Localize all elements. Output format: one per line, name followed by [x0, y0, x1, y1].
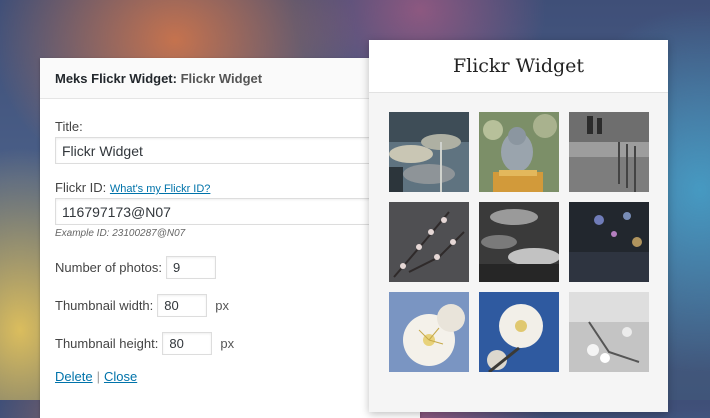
- white-blossom-closeup-image: [389, 292, 469, 372]
- delete-link[interactable]: Delete: [55, 369, 93, 384]
- blossom-bw-image: [569, 292, 649, 372]
- widget-settings-panel: Meks Flickr Widget: Flickr Widget Title:…: [40, 58, 420, 418]
- buddha-statue-image: [479, 112, 559, 192]
- actions-separator: |: [96, 369, 100, 384]
- photo-thumb-drum-kit[interactable]: [389, 112, 469, 192]
- photos-input[interactable]: 9: [165, 255, 216, 279]
- title-label: Title:: [55, 119, 83, 134]
- widget-actions: Delete | Close: [55, 369, 405, 384]
- title-row: Title: Flickr Widget: [55, 119, 405, 164]
- thumb-width-input[interactable]: 80: [157, 293, 208, 317]
- flickr-id-label: Flickr ID:: [55, 180, 107, 195]
- photo-thumb-buddha-statue[interactable]: [479, 112, 559, 192]
- white-blossom-blue-sky-image: [479, 292, 559, 372]
- photo-thumb-rainy-street[interactable]: [569, 112, 649, 192]
- thumb-width-unit: px: [215, 297, 230, 313]
- drum-kit-image: [389, 112, 469, 192]
- widget-instance-title: Flickr Widget: [180, 70, 263, 86]
- flickr-id-input[interactable]: 116797173@N07: [55, 198, 395, 225]
- photos-label: Number of photos:: [55, 259, 162, 275]
- photos-row: Number of photos: 9: [55, 255, 405, 279]
- widget-settings-form: Title: Flickr Widget Flickr ID: What's m…: [40, 99, 420, 384]
- flickr-id-help-link[interactable]: What's my Flickr ID?: [110, 183, 211, 195]
- thumb-height-label: Thumbnail height:: [55, 335, 159, 351]
- thumb-height-row: Thumbnail height: 80 px: [55, 331, 405, 355]
- photo-grid: [389, 112, 649, 372]
- title-input[interactable]: Flickr Widget: [55, 137, 395, 164]
- thumb-width-label: Thumbnail width:: [55, 297, 154, 313]
- widget-settings-header[interactable]: Meks Flickr Widget: Flickr Widget: [40, 58, 420, 99]
- flickr-widget-preview: Flickr Widget: [369, 40, 668, 412]
- thumb-width-row: Thumbnail width: 80 px: [55, 293, 405, 317]
- photo-thumb-blossom-branches[interactable]: [389, 202, 469, 282]
- drum-cymbals-bw-image: [479, 202, 559, 282]
- close-link[interactable]: Close: [104, 369, 137, 384]
- flickr-id-row: Flickr ID: What's my Flickr ID? 11679717…: [55, 180, 405, 239]
- header-separator: :: [172, 70, 181, 86]
- night-city-image: [569, 202, 649, 282]
- preview-title: Flickr Widget: [369, 40, 668, 93]
- rainy-street-image: [569, 112, 649, 192]
- blossom-branches-image: [389, 202, 469, 282]
- thumb-height-unit: px: [220, 335, 235, 351]
- flickr-id-example: Example ID: 23100287@N07: [55, 228, 186, 239]
- photo-thumb-night-city[interactable]: [569, 202, 649, 282]
- photo-thumb-white-blossom-closeup[interactable]: [389, 292, 469, 372]
- photo-thumb-white-blossom-blue-sky[interactable]: [479, 292, 559, 372]
- photo-thumb-blossom-bw[interactable]: [569, 292, 649, 372]
- flickr-id-label-line: Flickr ID: What's my Flickr ID?: [55, 180, 405, 195]
- photo-thumb-drum-cymbals-bw[interactable]: [479, 202, 559, 282]
- widget-name: Meks Flickr Widget: [55, 70, 173, 86]
- thumb-height-input[interactable]: 80: [162, 331, 213, 355]
